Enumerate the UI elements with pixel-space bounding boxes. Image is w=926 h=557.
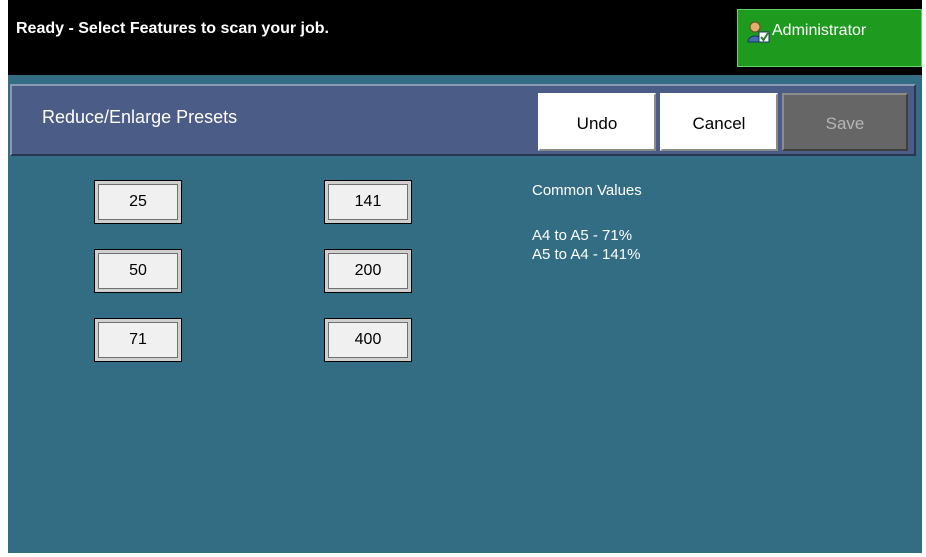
common-value-a5-to-a4: A5 to A4 - 141% [532,246,641,263]
feature-header: Reduce/Enlarge Presets Undo Cancel Save [10,84,916,156]
preset-400-field[interactable]: 400 [324,318,412,362]
main-panel: Reduce/Enlarge Presets Undo Cancel Save … [8,75,922,553]
preset-value: 400 [328,322,408,358]
preset-value: 141 [328,184,408,220]
save-button[interactable]: Save [782,93,908,151]
preset-71-field[interactable]: 71 [94,318,182,362]
preset-141-field[interactable]: 141 [324,180,412,224]
preset-200-field[interactable]: 200 [324,249,412,293]
common-values-heading: Common Values [532,182,642,199]
admin-user-icon [746,20,770,44]
administrator-button[interactable]: Administrator [737,9,922,67]
preset-25-field[interactable]: 25 [94,180,182,224]
preset-value: 71 [98,322,178,358]
preset-50-field[interactable]: 50 [94,249,182,293]
preset-value: 25 [98,184,178,220]
cancel-button[interactable]: Cancel [660,93,778,151]
status-message: Ready - Select Features to scan your job… [16,20,329,37]
screen: Ready - Select Features to scan your job… [8,0,922,553]
administrator-label: Administrator [772,22,867,39]
page-title: Reduce/Enlarge Presets [42,107,238,127]
preset-value: 200 [328,253,408,289]
status-bar: Ready - Select Features to scan your job… [8,0,922,75]
preset-value: 50 [98,253,178,289]
common-value-a4-to-a5: A4 to A5 - 71% [532,227,633,244]
undo-button[interactable]: Undo [538,93,656,151]
